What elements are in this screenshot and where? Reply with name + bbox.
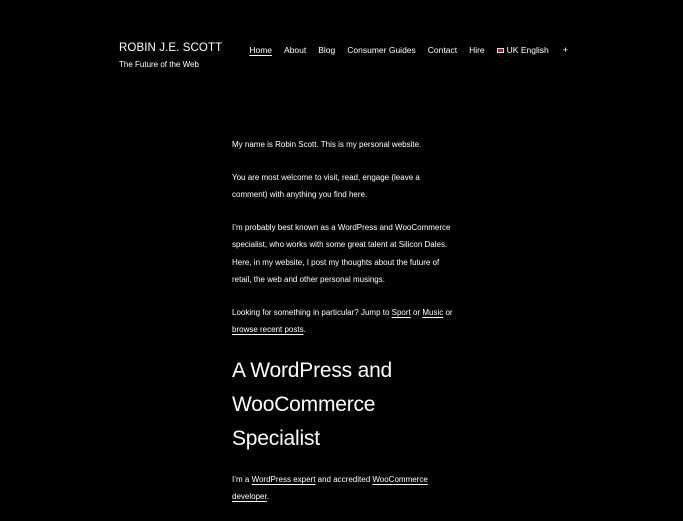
jump-text-or-1: or xyxy=(410,307,423,317)
site-title[interactable]: ROBIN J.E. SCOTT xyxy=(119,42,222,54)
expert-text-after: . xyxy=(266,492,269,501)
wordpress-expert-link[interactable]: WordPress expert xyxy=(252,475,316,484)
jump-text-or-2: or xyxy=(443,307,453,317)
section-heading: A WordPress and WooCommerce Specialist xyxy=(232,358,393,450)
sport-link[interactable]: Sport xyxy=(392,308,411,317)
uk-flag-icon xyxy=(496,47,504,53)
nav-item-contact[interactable]: Contact xyxy=(428,45,457,55)
nav-item-about[interactable]: About xyxy=(284,45,306,55)
site-tagline: The Future of the Web xyxy=(119,60,199,69)
expert-paragraph: I’m a WordPress expert and accredited Wo… xyxy=(232,471,457,506)
music-link[interactable]: Music xyxy=(422,308,443,317)
about-paragraph: I’m probably best known as a WordPress a… xyxy=(232,222,451,285)
expert-text-before: I’m a xyxy=(232,474,252,484)
jump-text-after: . xyxy=(303,325,306,334)
submenu-expand-button[interactable]: + xyxy=(563,45,568,55)
nav-item-home[interactable]: Home xyxy=(249,45,272,55)
expert-text-mid: and accredited xyxy=(315,474,373,484)
jump-paragraph: Looking for something in particular? Jum… xyxy=(232,304,457,339)
nav-item-language[interactable]: UK English xyxy=(496,45,549,55)
main-content: My name is Robin Scott. This is my perso… xyxy=(232,136,457,521)
browse-recent-posts-link[interactable]: browse recent posts xyxy=(232,325,304,334)
nav-item-hire[interactable]: Hire xyxy=(469,45,485,55)
nav-item-language-label: UK English xyxy=(506,45,549,55)
nav-item-consumer-guides[interactable]: Consumer Guides xyxy=(347,45,416,55)
welcome-paragraph: You are most welcome to visit, read, eng… xyxy=(232,172,420,200)
jump-text-before: Looking for something in particular? Jum… xyxy=(232,307,392,317)
primary-navigation: Home About Blog Consumer Guides Contact … xyxy=(249,45,568,55)
nav-item-blog[interactable]: Blog xyxy=(318,45,335,55)
intro-paragraph: My name is Robin Scott. This is my perso… xyxy=(232,140,422,149)
